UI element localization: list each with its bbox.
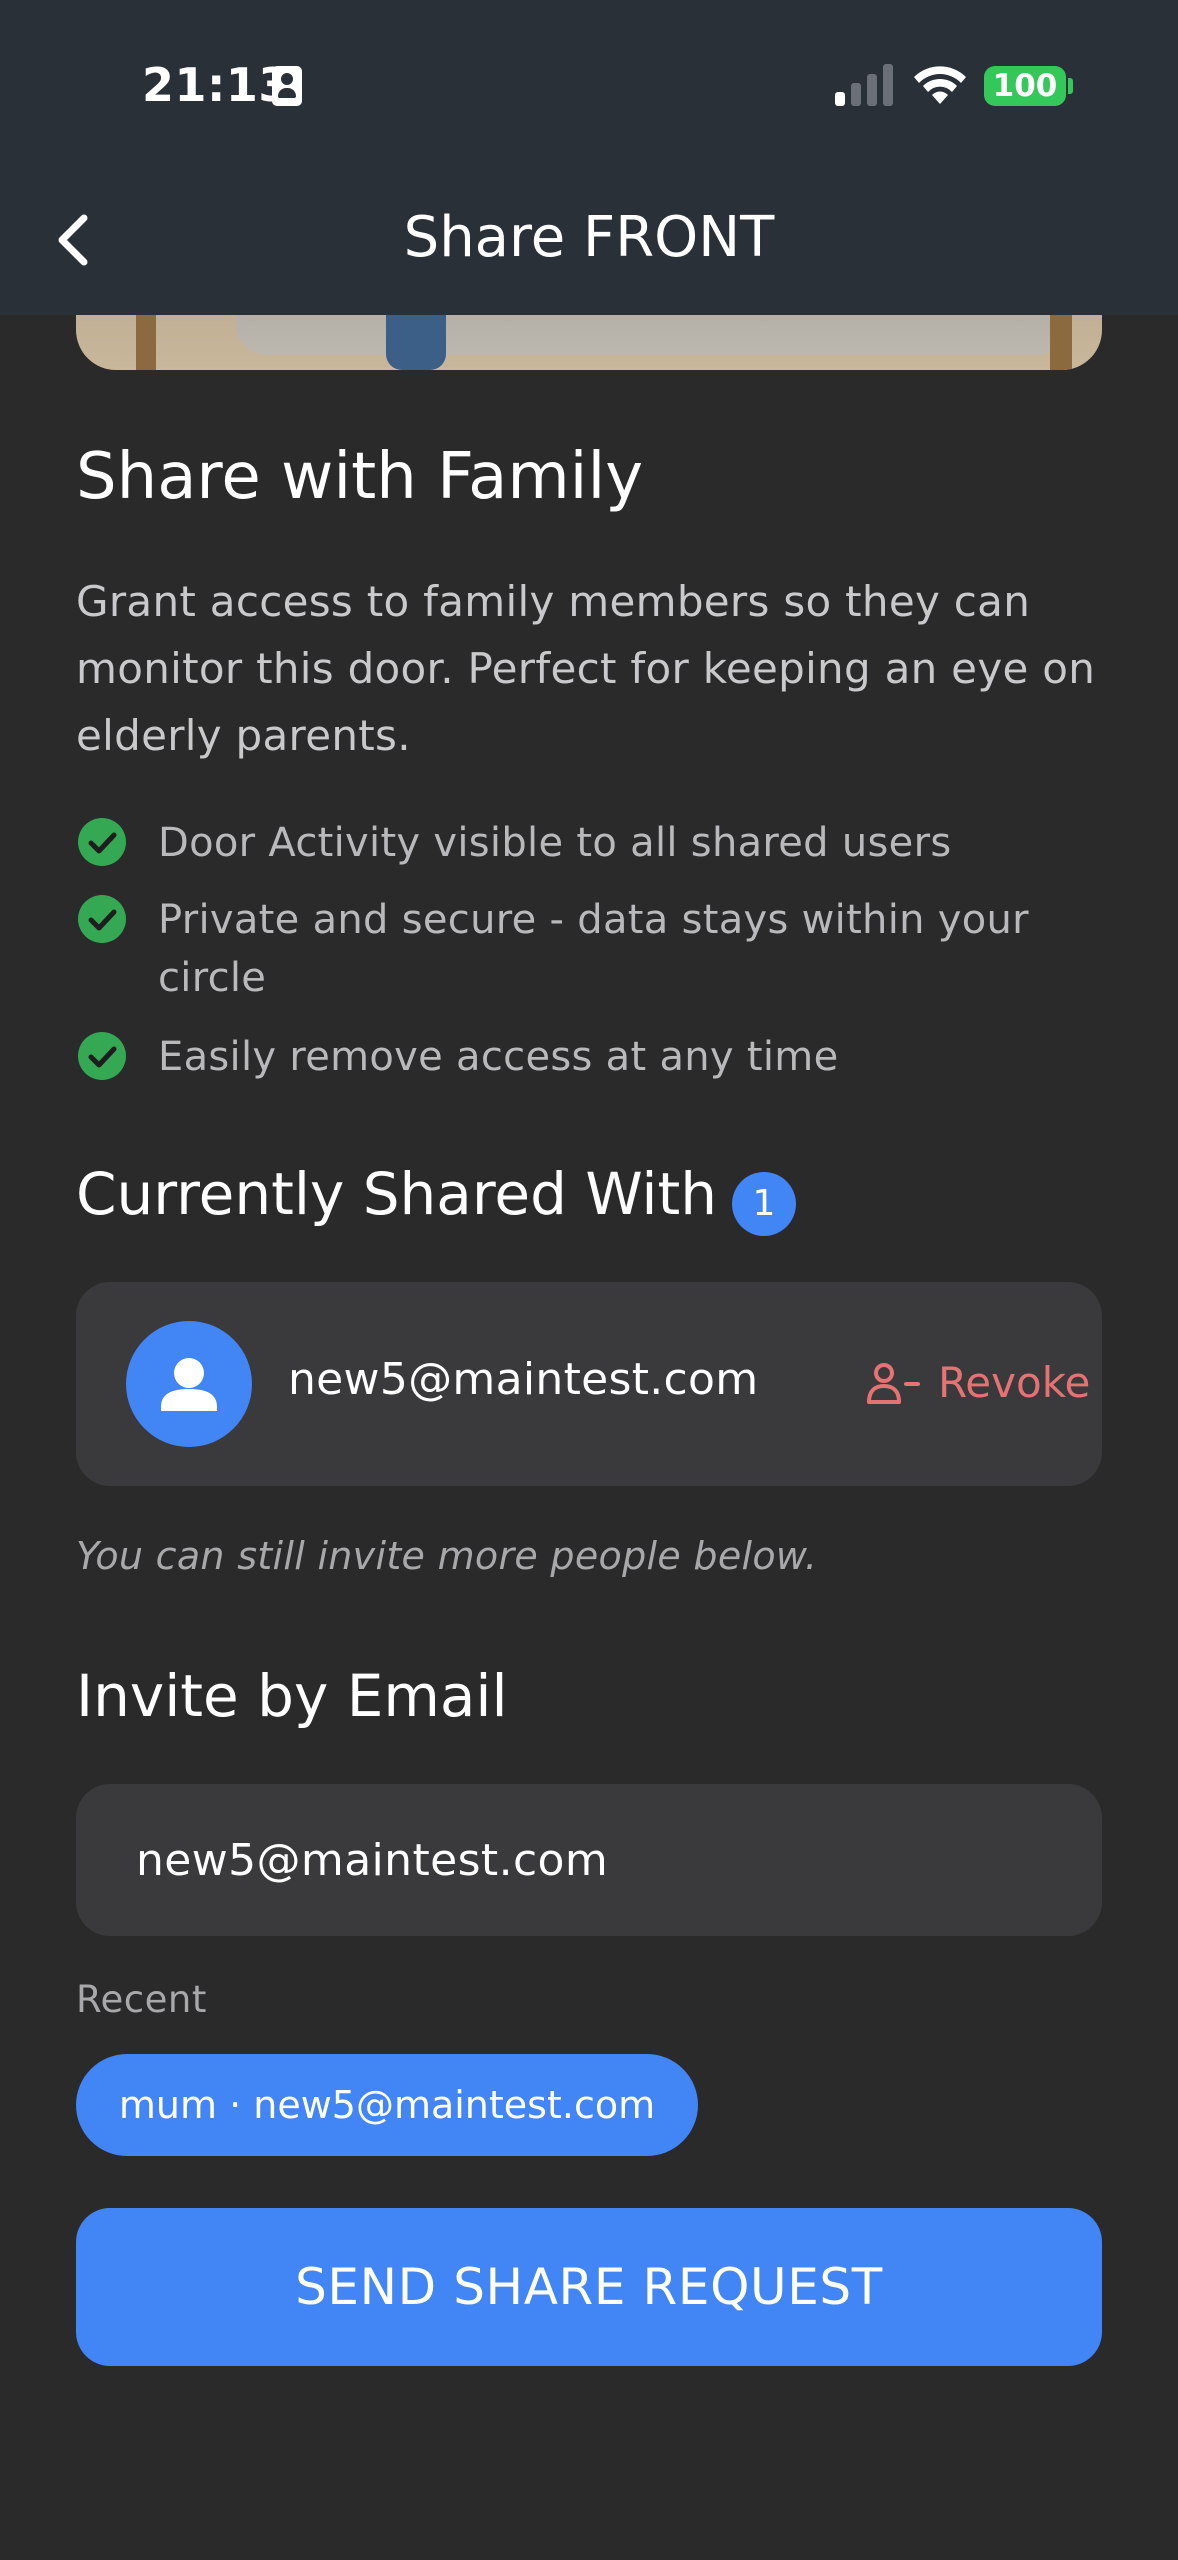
page-title: Share FRONT	[403, 205, 775, 270]
recent-label: Recent	[76, 1978, 207, 2021]
share-section-title: Share with Family	[76, 440, 644, 514]
shared-count-badge: 1	[732, 1172, 796, 1236]
battery-tip	[1068, 78, 1073, 94]
feature-text: Easily remove access at any time	[158, 1034, 839, 1080]
battery-icon: 100	[984, 66, 1066, 106]
cellular-signal-icon	[835, 64, 893, 106]
status-time: 21:13	[142, 58, 291, 112]
revoke-label: Revoke	[938, 1358, 1091, 1407]
person-icon	[161, 1358, 217, 1411]
recent-contact-chip[interactable]: mum · new5@maintest.com	[76, 2054, 698, 2156]
check-circle-icon	[78, 1032, 126, 1080]
send-share-request-button[interactable]: SEND SHARE REQUEST	[76, 2208, 1102, 2366]
remove-user-icon	[867, 1363, 920, 1404]
invite-title: Invite by Email	[76, 1662, 508, 1730]
top-bar: 21:13 100 Share FRONT	[0, 0, 1178, 315]
feature-text: Door Activity visible to all shared user…	[158, 820, 952, 866]
shared-user-email: new5@maintest.com	[288, 1354, 759, 1405]
shared-user-card: new5@maintest.com Revoke	[76, 1282, 1102, 1486]
shared-with-title: Currently Shared With	[76, 1160, 718, 1228]
check-circle-icon	[78, 818, 126, 866]
revoke-button[interactable]: Revoke	[786, 1342, 1090, 1426]
check-circle-icon	[78, 895, 126, 943]
avatar	[126, 1321, 252, 1447]
invite-hint: You can still invite more people below.	[76, 1534, 818, 1578]
contact-card-icon	[272, 66, 302, 106]
share-screen: 21:13 100 Share FRONT Share with Family …	[0, 0, 1178, 2560]
email-input[interactable]	[76, 1784, 1102, 1936]
feature-text: Private and secure - data stays within y…	[158, 897, 1029, 1001]
wifi-icon	[914, 66, 966, 104]
share-description: Grant access to family members so they c…	[76, 577, 1096, 760]
